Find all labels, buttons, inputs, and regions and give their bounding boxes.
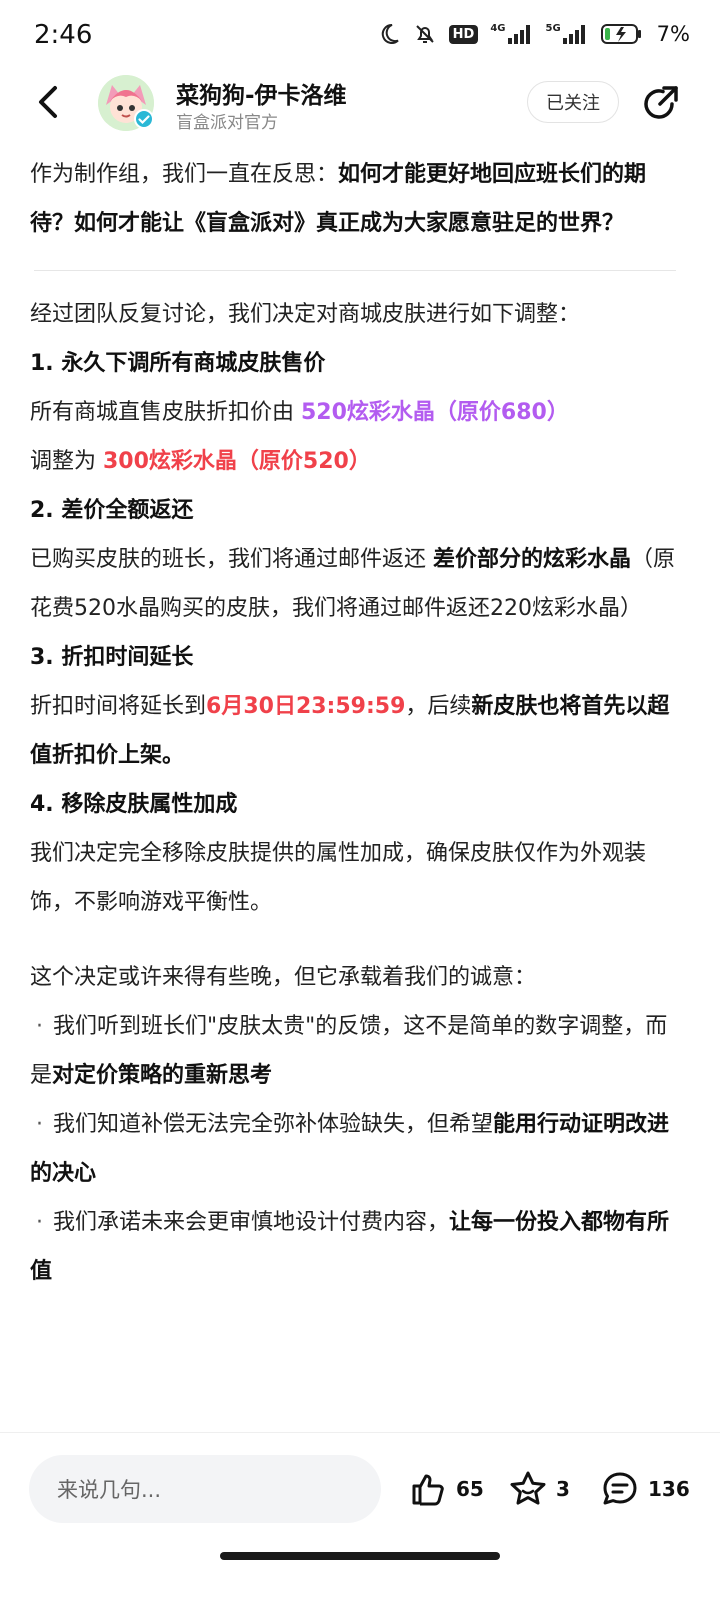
section-heading-4: 4. 移除皮肤属性加成: [30, 792, 238, 817]
section-heading-2: 2. 差价全额返还: [30, 498, 194, 523]
comment-button[interactable]: 136: [600, 1469, 690, 1509]
net-label-4g: 4G: [490, 23, 506, 34]
section-2-text-a: 已购买皮肤的班长，我们将通过邮件返还: [30, 547, 433, 572]
section-heading-1: 1. 永久下调所有商城皮肤售价: [30, 351, 326, 376]
lead-paragraph: 经过团队反复讨论，我们决定对商城皮肤进行如下调整：: [30, 302, 581, 327]
star-icon: [510, 1471, 546, 1505]
bullet-1-bold: 对定价策略的重新思考: [52, 1063, 273, 1088]
favorite-button[interactable]: 3: [508, 1469, 570, 1509]
share-icon: [644, 86, 678, 119]
section-3-text-a: 折扣时间将延长到: [30, 694, 207, 719]
author-name[interactable]: 菜狗狗-伊卡洛维: [176, 76, 347, 110]
favorite-count: 3: [556, 1477, 570, 1501]
author-subtitle: 盲盒派对官方: [176, 113, 278, 133]
comment-input[interactable]: 来说几句...: [29, 1455, 381, 1523]
share-button[interactable]: [638, 82, 680, 124]
original-price-highlight: 520炫彩水晶（原价680）: [301, 400, 569, 425]
back-button[interactable]: [30, 82, 70, 122]
net-label-5g: 5G: [545, 23, 561, 34]
check-icon: [138, 115, 150, 125]
closing-paragraph: 这个决定或许来得有些晚，但它承载着我们的诚意：: [30, 965, 537, 990]
bullet-2-text: 我们知道补偿无法完全弥补体验缺失，但希望: [53, 1112, 494, 1137]
section-1-paragraph: 所有商城直售皮肤折扣价由 520炫彩水晶（原价680） 调整为 300炫彩水晶（…: [30, 388, 680, 486]
signal-icon: [562, 25, 585, 44]
section-4-paragraph: 我们决定完全移除皮肤提供的属性加成，确保皮肤仅作为外观装饰，不影响游戏平衡性。: [30, 841, 647, 915]
comment-count: 136: [648, 1477, 690, 1501]
signal-icon: [507, 25, 530, 44]
like-count: 65: [456, 1477, 484, 1501]
section-2-paragraph: 已购买皮肤的班长，我们将通过邮件返还 差价部分的炫彩水晶（原花费520水晶购买的…: [30, 535, 680, 633]
signal-4g: 4G: [490, 24, 533, 44]
section-2-bold: 差价部分的炫彩水晶: [433, 547, 632, 572]
bullet-item: · 我们听到班长们"皮肤太贵"的反馈，这不是简单的数字调整，而是对定价策略的重新思…: [30, 1002, 680, 1100]
status-time: 2:46: [34, 20, 93, 50]
bullet-item: · 我们知道补偿无法完全弥补体验缺失，但希望能用行动证明改进的决心: [30, 1100, 680, 1198]
battery-icon: [600, 24, 641, 44]
post-header: 菜狗狗-伊卡洛维 盲盒派对官方 已关注: [0, 70, 720, 136]
comment-icon: [603, 1472, 637, 1505]
follow-button[interactable]: 已关注: [527, 81, 619, 123]
divider: [34, 270, 676, 271]
like-button[interactable]: 65: [408, 1469, 484, 1509]
deadline-highlight: 6月30日23:59:59: [206, 694, 406, 719]
article-body: 作为制作组，我们一直在反思：如何才能更好地回应班长们的期待？如何才能让《盲盒派对…: [30, 150, 680, 1296]
home-indicator[interactable]: [220, 1552, 500, 1560]
bullet-item: · 我们承诺未来会更审慎地设计付费内容，让每一份投入都物有所值: [30, 1198, 680, 1296]
bullet-3-text: 我们承诺未来会更审慎地设计付费内容，: [53, 1210, 450, 1235]
battery-percent: 7%: [656, 22, 690, 46]
signal-5g: 5G: [546, 24, 589, 44]
new-price-highlight: 300炫彩水晶（原价520）: [103, 449, 371, 474]
section-3-paragraph: 折扣时间将延长到6月30日23:59:59，后续新皮肤也将首先以超值折扣价上架。: [30, 682, 680, 780]
status-icons: HD 4G 5G 7%: [377, 22, 690, 46]
moon-icon: [381, 23, 399, 44]
bullet-dot: ·: [36, 1014, 43, 1039]
verified-badge: [134, 109, 154, 129]
hd-badge: HD: [448, 24, 479, 44]
status-bar: 2:46 HD 4G 5G 7%: [0, 0, 720, 76]
mute-bell-icon: [415, 25, 434, 43]
bottom-action-bar: 来说几句... 65 3 136: [0, 1432, 720, 1600]
intro-paragraph: 作为制作组，我们一直在反思：如何才能更好地回应班长们的期待？如何才能让《盲盒派对…: [30, 150, 680, 248]
back-arrow-icon: [39, 86, 57, 118]
section-heading-3: 3. 折扣时间延长: [30, 645, 194, 670]
bullet-dot: ·: [36, 1210, 43, 1235]
bullet-dot: ·: [36, 1112, 43, 1137]
like-icon: [412, 1474, 444, 1506]
section-1-text-a: 所有商城直售皮肤折扣价由: [30, 400, 301, 425]
intro-text: 作为制作组，我们一直在反思：: [30, 162, 339, 187]
section-1-text-b: 调整为: [30, 449, 103, 474]
section-3-text-b: ，后续: [405, 694, 472, 719]
